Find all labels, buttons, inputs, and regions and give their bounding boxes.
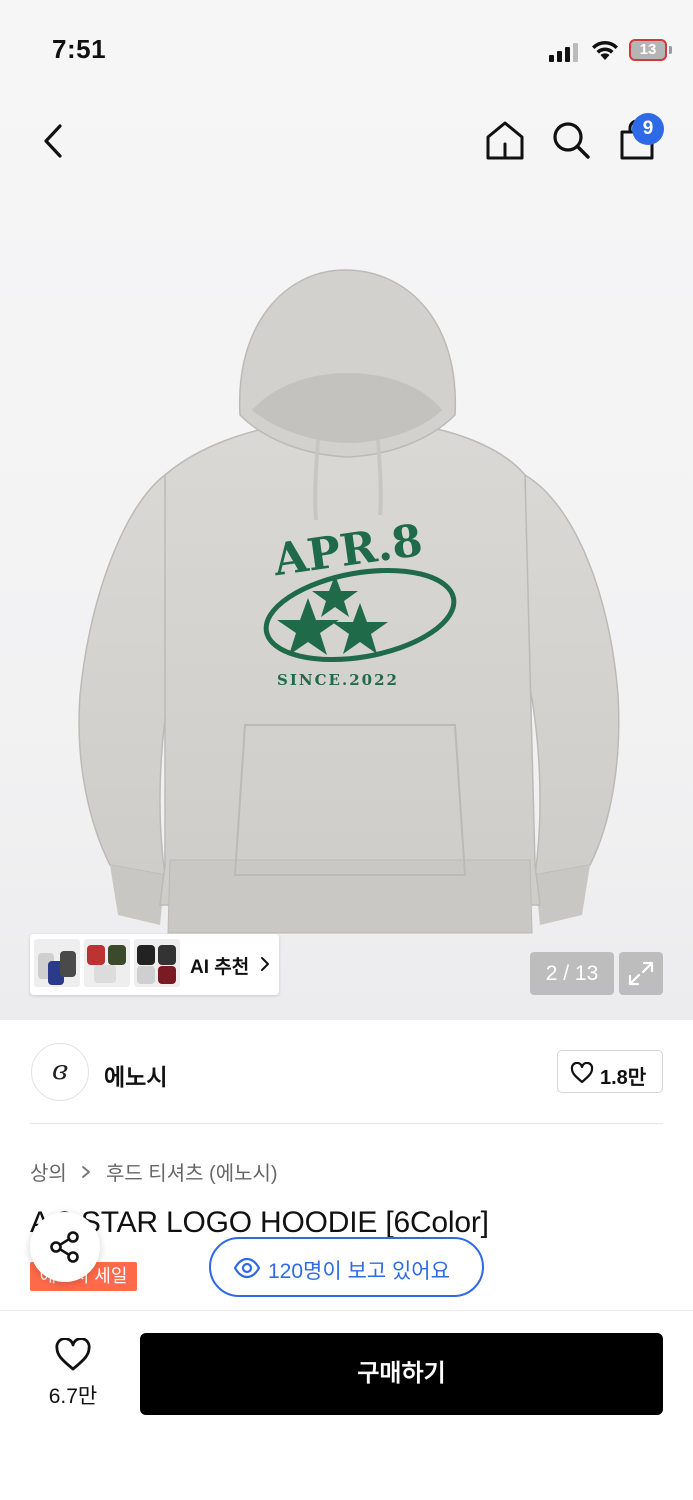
cart-count-badge: 9 xyxy=(632,113,664,145)
live-viewers-text: 120명이 보고 있어요 xyxy=(268,1260,450,1283)
home-icon[interactable] xyxy=(483,118,527,162)
product-gallery[interactable]: 7:51 13 9 APR.8 SINCE.2022 AI 추천 2 / 13 xyxy=(0,0,693,1020)
ai-recommend-label: AI 추천 xyxy=(190,957,250,978)
brand-name[interactable]: 에노시 xyxy=(104,1058,167,1092)
share-icon xyxy=(50,1231,79,1263)
ai-thumb-1 xyxy=(34,939,80,987)
expand-icon[interactable] xyxy=(619,952,663,995)
breadcrumb-category[interactable]: 상의 xyxy=(30,1157,67,1186)
buy-button[interactable]: 구매하기 xyxy=(140,1333,663,1415)
chevron-right-icon xyxy=(82,1165,91,1178)
cellular-signal-icon xyxy=(549,43,578,62)
brand-like-button[interactable]: 1.8만 xyxy=(557,1050,663,1093)
wishlist-heart-icon[interactable] xyxy=(54,1338,92,1372)
live-viewers-pill: 120명이 보고 있어요 xyxy=(209,1237,484,1297)
battery-indicator: 13 xyxy=(629,39,672,61)
wishlist-count: 6.7만 xyxy=(48,1385,98,1408)
section-divider xyxy=(30,1123,663,1124)
wifi-icon xyxy=(592,40,618,60)
breadcrumb: 상의 후드 티셔츠 (에노시) xyxy=(30,1157,278,1186)
brand-logo[interactable]: ɞ xyxy=(31,1043,89,1101)
print-bottom-text: SINCE.2022 xyxy=(277,671,399,689)
ai-thumb-3 xyxy=(134,939,180,987)
chevron-right-icon xyxy=(261,957,269,971)
ai-recommend-button[interactable]: AI 추천 xyxy=(30,934,279,995)
product-image-hoodie[interactable]: APR.8 SINCE.2022 xyxy=(70,265,630,965)
bottom-bar-divider xyxy=(0,1310,693,1311)
brand-like-count: 1.8만 xyxy=(600,1067,647,1089)
ai-thumb-2 xyxy=(84,939,130,987)
heart-icon xyxy=(570,1062,594,1084)
status-time: 7:51 xyxy=(52,34,107,64)
search-icon[interactable] xyxy=(549,118,593,162)
image-counter: 2 / 13 xyxy=(530,952,614,995)
status-bar: 7:51 13 xyxy=(0,0,693,100)
product-title: A 8 STAR LOGO HOODIE [6Color] xyxy=(30,1206,489,1239)
eye-icon xyxy=(233,1257,261,1279)
breadcrumb-subcategory[interactable]: 후드 티셔츠 (에노시) xyxy=(106,1157,278,1186)
back-icon[interactable] xyxy=(34,118,74,164)
battery-level: 13 xyxy=(639,41,657,58)
share-button[interactable] xyxy=(30,1212,100,1282)
brand-logo-mark: ɞ xyxy=(52,1056,68,1086)
